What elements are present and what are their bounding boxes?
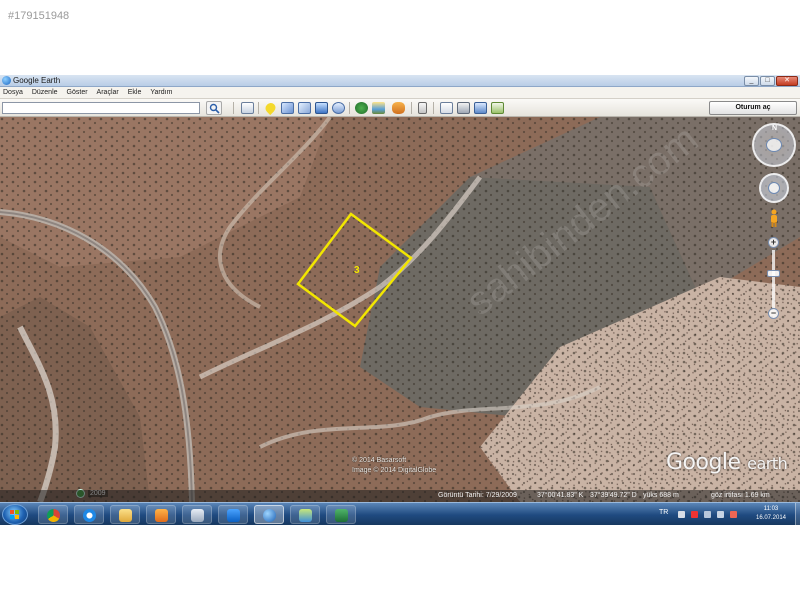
move-control[interactable] bbox=[759, 173, 789, 203]
show-desktop-button[interactable] bbox=[795, 503, 800, 525]
windows-taskbar: TR 11:03 16.07.2014 bbox=[0, 502, 800, 525]
toolbar-separator bbox=[349, 102, 350, 114]
logo-earth: earth bbox=[747, 454, 788, 473]
ruler-icon[interactable] bbox=[418, 102, 427, 114]
menu-dosya[interactable]: Dosya bbox=[3, 87, 23, 98]
search-input[interactable] bbox=[2, 102, 200, 114]
copyright-basarsoft: © 2014 Basarsoft bbox=[352, 457, 407, 464]
paint-icon bbox=[299, 509, 312, 522]
toolbar-separator bbox=[411, 102, 412, 114]
tray-volume-icon[interactable] bbox=[717, 511, 724, 518]
sign-in-button[interactable]: Oturum aç bbox=[709, 101, 797, 115]
street-view-pegman-icon[interactable] bbox=[769, 209, 779, 227]
zoom-in-button[interactable]: + bbox=[768, 237, 779, 248]
taskbar-internet-explorer[interactable] bbox=[74, 505, 104, 524]
overlay-icon[interactable] bbox=[315, 102, 328, 114]
taskbar-teamviewer[interactable] bbox=[218, 505, 248, 524]
search-icon bbox=[209, 103, 220, 114]
clock-date: 16.07.2014 bbox=[755, 515, 787, 521]
menu-ekle[interactable]: Ekle bbox=[128, 87, 142, 98]
google-earth-logo: Google earth bbox=[666, 450, 788, 475]
eye-icon bbox=[766, 138, 782, 152]
tray-network-icon[interactable] bbox=[704, 511, 711, 518]
zoom-out-button[interactable]: − bbox=[768, 308, 779, 319]
look-control[interactable]: N bbox=[752, 123, 796, 167]
parcel-label: 3 bbox=[354, 265, 360, 276]
calculator-icon bbox=[191, 509, 204, 522]
title-bar: Google Earth _ □ ✕ bbox=[0, 75, 800, 87]
taskbar-paint[interactable] bbox=[290, 505, 320, 524]
taskbar-chrome[interactable] bbox=[38, 505, 68, 524]
excel-icon bbox=[335, 509, 348, 522]
print-icon[interactable] bbox=[457, 102, 470, 114]
window-title: Google Earth bbox=[13, 76, 61, 85]
system-tray: TR 11:03 16.07.2014 bbox=[655, 503, 800, 525]
imagery-date: Görüntü Tarihi: 7/29/2009 bbox=[438, 492, 517, 499]
zoom-slider-thumb[interactable] bbox=[767, 270, 780, 277]
path-icon[interactable] bbox=[298, 102, 311, 114]
search-button[interactable] bbox=[206, 101, 222, 115]
internet-explorer-icon bbox=[83, 509, 96, 522]
maximize-button[interactable]: □ bbox=[760, 76, 775, 86]
window-controls: _ □ ✕ bbox=[744, 76, 798, 86]
eye-altitude-readout: göz irtifası 1.69 km bbox=[711, 492, 770, 499]
logo-google: Google bbox=[666, 450, 741, 475]
placemark-icon[interactable] bbox=[263, 100, 278, 116]
listing-id: #179151948 bbox=[8, 10, 70, 22]
menu-duzenle[interactable]: Düzenle bbox=[32, 87, 58, 98]
toolbar-separator bbox=[258, 102, 259, 114]
google-earth-window: Google Earth _ □ ✕ Dosya Düzenle Göster … bbox=[0, 75, 800, 525]
taskbar-google-earth[interactable] bbox=[254, 505, 284, 524]
explorer-folder-icon bbox=[119, 509, 132, 522]
menu-bar: Dosya Düzenle Göster Araçlar Ekle Yardım bbox=[0, 87, 800, 99]
close-button[interactable]: ✕ bbox=[776, 76, 798, 86]
language-indicator[interactable]: TR bbox=[659, 509, 668, 516]
north-indicator[interactable]: N bbox=[772, 125, 777, 132]
clock[interactable]: 11:03 16.07.2014 bbox=[751, 505, 791, 523]
menu-goster[interactable]: Göster bbox=[67, 87, 88, 98]
tray-app-icon[interactable] bbox=[730, 511, 737, 518]
start-button[interactable] bbox=[2, 504, 28, 525]
sidebar-icon[interactable] bbox=[241, 102, 254, 114]
chrome-icon bbox=[47, 509, 60, 522]
parcel-overlay: 3 bbox=[296, 212, 413, 328]
sunlight-icon[interactable] bbox=[372, 102, 385, 114]
latitude-readout: 37°00'41.83" K bbox=[537, 492, 584, 499]
longitude-readout: 37°39'49.72" D bbox=[590, 492, 637, 499]
taskbar-explorer[interactable] bbox=[110, 505, 140, 524]
email-icon[interactable] bbox=[440, 102, 453, 114]
tray-arrow-icon[interactable] bbox=[678, 511, 685, 518]
polygon-icon[interactable] bbox=[281, 102, 294, 114]
zoom-slider-track[interactable] bbox=[772, 250, 775, 308]
toolbar-separator bbox=[433, 102, 434, 114]
taskbar-calculator[interactable] bbox=[182, 505, 212, 524]
toolbar-separator bbox=[233, 102, 234, 114]
view-in-maps-icon[interactable] bbox=[491, 102, 504, 114]
earth-view[interactable]: sahibinden.com 3 © 2014 Basarsoft Image … bbox=[0, 117, 800, 502]
google-earth-icon bbox=[263, 509, 276, 522]
copyright-digitalglobe: Image © 2014 DigitalGlobe bbox=[352, 467, 437, 474]
google-earth-app-icon bbox=[2, 76, 11, 85]
menu-yardim[interactable]: Yardım bbox=[150, 87, 172, 98]
tray-flag-icon[interactable] bbox=[691, 511, 698, 518]
toolbar: Oturum aç bbox=[0, 99, 800, 117]
media-player-icon bbox=[155, 509, 168, 522]
historical-imagery-icon[interactable] bbox=[355, 102, 368, 114]
record-tour-icon[interactable] bbox=[332, 102, 345, 114]
save-image-icon[interactable] bbox=[474, 102, 487, 114]
sky-icon[interactable] bbox=[392, 102, 405, 114]
hand-icon bbox=[768, 182, 780, 194]
teamviewer-icon bbox=[227, 509, 240, 522]
taskbar-excel[interactable] bbox=[326, 505, 356, 524]
status-bar: Görüntü Tarihi: 7/29/2009 37°00'41.83" K… bbox=[0, 490, 800, 502]
windows-flag-icon bbox=[10, 510, 20, 520]
elevation-readout: yüks 688 m bbox=[643, 492, 679, 499]
minimize-button[interactable]: _ bbox=[744, 76, 759, 86]
menu-araclar[interactable]: Araçlar bbox=[97, 87, 119, 98]
clock-time: 11:03 bbox=[763, 506, 779, 512]
taskbar-media-player[interactable] bbox=[146, 505, 176, 524]
